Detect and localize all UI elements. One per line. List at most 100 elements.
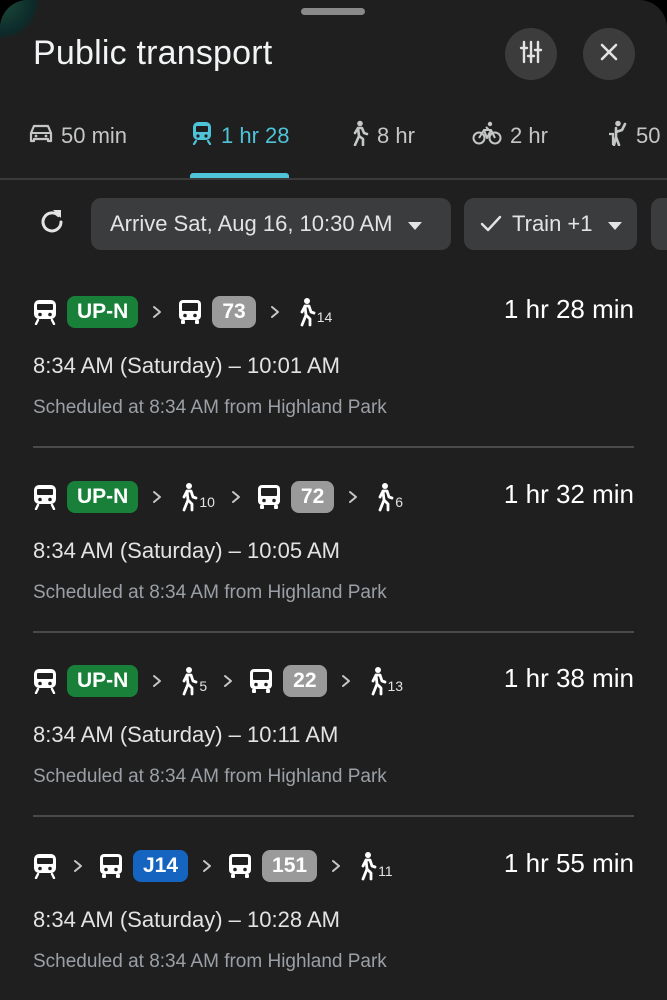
route-segments: UP-N 73 14 xyxy=(33,290,348,334)
ride-hail-icon xyxy=(606,120,636,152)
route-duration: 1 hr 55 min xyxy=(503,847,634,878)
line-badge: 22 xyxy=(283,665,327,697)
walk-icon xyxy=(367,666,387,696)
train-icon xyxy=(33,484,57,510)
chevron-right-icon xyxy=(202,859,212,873)
bus-icon xyxy=(257,484,281,510)
bus-icon xyxy=(99,853,123,879)
chevron-right-icon xyxy=(348,490,358,504)
chevron-right-icon xyxy=(231,490,241,504)
route-options-button[interactable] xyxy=(505,28,557,80)
travel-mode-tabs: 50 min 1 hr 28 8 hr 2 hr 50 xyxy=(0,96,667,178)
refresh-icon xyxy=(37,207,67,242)
walk-minutes: 14 xyxy=(316,309,333,325)
transit-icon xyxy=(191,121,221,151)
tab-driving[interactable]: 50 min xyxy=(29,96,127,176)
walk-segment: 14 xyxy=(296,297,333,327)
tab-ride-hailing-label: 50 xyxy=(636,123,661,148)
arrive-time-dropdown[interactable]: Arrive Sat, Aug 16, 10:30 AM xyxy=(91,198,451,250)
bus-icon xyxy=(228,853,252,879)
route-times: 8:34 AM (Saturday) – 10:28 AM xyxy=(33,906,340,932)
check-icon xyxy=(480,215,502,233)
line-badge: J14 xyxy=(133,849,189,882)
route-times: 8:34 AM (Saturday) – 10:11 AM xyxy=(33,722,339,747)
route-divider xyxy=(33,815,634,817)
page-title: Public transport xyxy=(33,34,273,72)
tab-transit-label: 1 hr 28 xyxy=(221,123,290,148)
line-badge: UP-N xyxy=(67,296,139,328)
route-duration: 1 hr 38 min xyxy=(503,663,634,693)
route-schedule: Scheduled at 8:34 AM from Highland Park xyxy=(33,950,387,972)
walk-minutes: 5 xyxy=(199,678,208,694)
walk-icon xyxy=(374,482,394,512)
tune-icon xyxy=(518,39,544,70)
chevron-right-icon xyxy=(270,305,280,319)
walk-icon xyxy=(349,120,377,152)
route-times: 8:34 AM (Saturday) – 10:05 AM xyxy=(33,537,340,563)
walk-minutes: 6 xyxy=(395,493,404,510)
chevron-right-icon xyxy=(223,674,233,688)
walk-minutes: 13 xyxy=(387,678,404,694)
walk-segment: 6 xyxy=(374,482,403,512)
route-segments: UP-N 10 72 6 xyxy=(33,475,419,519)
route-segments: J14 151 11 xyxy=(33,844,409,888)
chevron-right-icon xyxy=(152,490,162,504)
line-badge: 72 xyxy=(290,480,335,513)
divider xyxy=(0,178,667,180)
train-icon xyxy=(33,668,57,694)
bus-icon xyxy=(249,668,273,694)
route-times: 8:34 AM (Saturday) – 10:01 AM xyxy=(33,353,340,378)
walk-segment: 13 xyxy=(367,666,404,696)
walk-icon xyxy=(178,666,198,696)
caret-down-icon xyxy=(607,211,623,237)
train-icon xyxy=(33,853,57,879)
chevron-right-icon xyxy=(152,305,162,319)
car-icon xyxy=(29,122,61,150)
route-divider xyxy=(33,446,634,448)
arrive-time-label: Arrive Sat, Aug 16, 10:30 AM xyxy=(110,211,393,236)
close-icon xyxy=(598,41,620,68)
route-option[interactable]: J14 151 11 1 hr 55 min 8:34 AM (Saturday) – … xyxy=(0,844,667,1000)
walk-icon xyxy=(178,482,198,512)
route-schedule: Scheduled at 8:34 AM from Highland Park xyxy=(33,766,387,787)
line-badge: 73 xyxy=(212,296,256,328)
more-filters-chip[interactable] xyxy=(651,198,667,250)
trip-controls: Arrive Sat, Aug 16, 10:30 AM Train +1 xyxy=(0,198,667,252)
chevron-right-icon xyxy=(331,859,341,873)
tab-walking-label: 8 hr xyxy=(377,123,415,148)
route-duration: 1 hr 28 min xyxy=(503,294,634,324)
walk-icon xyxy=(296,297,316,327)
drag-handle[interactable] xyxy=(301,8,365,15)
walk-icon xyxy=(357,851,377,881)
close-button[interactable] xyxy=(583,28,635,80)
line-badge: UP-N xyxy=(67,480,139,513)
chevron-right-icon xyxy=(73,859,83,873)
walk-segment: 5 xyxy=(178,666,207,696)
route-schedule: Scheduled at 8:34 AM from Highland Park xyxy=(33,397,387,418)
chevron-right-icon xyxy=(341,674,351,688)
tab-driving-label: 50 min xyxy=(61,123,128,148)
route-duration: 1 hr 32 min xyxy=(503,478,634,509)
line-badge: UP-N xyxy=(67,665,139,697)
tab-cycling[interactable]: 2 hr xyxy=(472,96,548,176)
refresh-button[interactable] xyxy=(34,206,70,242)
route-schedule: Scheduled at 8:34 AM from Highland Park xyxy=(33,581,387,603)
walk-segment: 10 xyxy=(178,482,215,512)
transit-mode-filter[interactable]: Train +1 xyxy=(464,198,637,250)
chevron-right-icon xyxy=(152,674,162,688)
transit-mode-filter-label: Train +1 xyxy=(512,211,593,236)
walk-minutes: 10 xyxy=(199,493,215,510)
walk-segment: 11 xyxy=(357,851,393,881)
walk-minutes: 11 xyxy=(378,862,393,879)
line-badge: 151 xyxy=(262,849,318,882)
route-divider xyxy=(33,630,634,633)
caret-down-icon xyxy=(407,211,423,237)
tab-transit[interactable]: 1 hr 28 xyxy=(191,96,290,176)
bus-icon xyxy=(178,299,202,325)
train-icon xyxy=(33,299,57,325)
directions-sheet: Public transport 50 min 1 hr 28 8 hr 2 h… xyxy=(0,0,667,1000)
route-segments: UP-N 5 22 13 xyxy=(33,659,419,703)
tab-walking[interactable]: 8 hr xyxy=(349,96,415,176)
bike-icon xyxy=(472,121,510,151)
tab-ride-hailing[interactable]: 50 xyxy=(606,96,660,176)
